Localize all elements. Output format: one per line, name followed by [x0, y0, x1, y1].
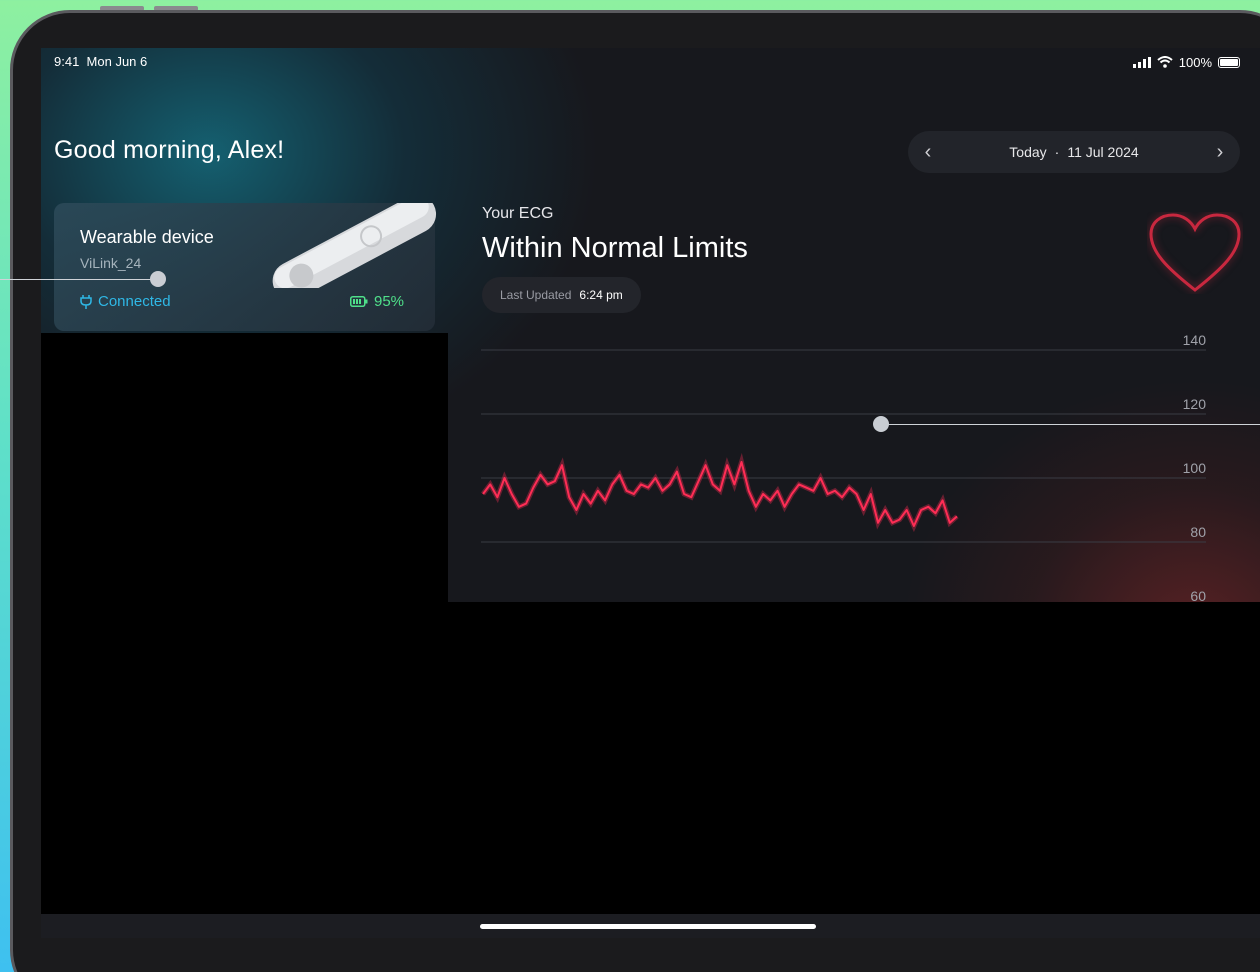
device-title: Wearable device: [80, 227, 214, 247]
last-updated-pill: Last Updated 6:24 pm: [482, 277, 641, 313]
date-day: Today: [1009, 144, 1047, 160]
greeting-heading: Good morning, Alex!: [54, 136, 285, 164]
ecg-chart: 1401201008060: [481, 332, 1207, 607]
device-battery-value: 95%: [374, 293, 405, 310]
annotation-line-chart: [882, 424, 1260, 425]
date-value: 11 Jul 2024: [1067, 144, 1139, 160]
cellular-signal-icon: [1132, 56, 1151, 68]
ecg-series-glow: [481, 452, 959, 533]
redacted-region-bottom: [448, 602, 1260, 914]
date-separator: ·: [1054, 144, 1060, 160]
redacted-region-left: [41, 333, 448, 938]
annotation-dot-device: [150, 271, 166, 287]
annotation-line-device: [0, 279, 158, 280]
status-time: 9:41: [54, 54, 80, 69]
y-tick-label: 100: [1183, 460, 1207, 476]
wearable-device-card[interactable]: Wearable device ViLink_24 Connected 95%: [54, 203, 437, 331]
ecg-status-title: Within Normal Limits: [482, 232, 748, 264]
y-tick-label: 120: [1183, 396, 1207, 412]
battery-level-icon: [350, 296, 368, 307]
connection-status: Connected: [80, 293, 171, 310]
status-bar: 9:41 Mon Jun 6 100%: [54, 54, 1240, 70]
battery-icon: [1218, 56, 1240, 68]
y-tick-label: 140: [1183, 332, 1207, 348]
date-navigator: ‹ Today · 11 Jul 2024 ›: [908, 131, 1240, 173]
device-name: ViLink_24: [80, 255, 142, 271]
status-indicators: 100%: [1132, 54, 1240, 70]
home-indicator[interactable]: [480, 924, 816, 929]
plug-icon: [80, 294, 92, 309]
status-date: Mon Jun 6: [86, 54, 148, 69]
battery-percent: 100%: [1178, 54, 1212, 70]
status-time-date: 9:41 Mon Jun 6: [54, 54, 147, 70]
ecg-section-label: Your ECG: [482, 205, 554, 222]
y-tick-label: 80: [1190, 524, 1206, 540]
annotation-dot-chart: [873, 416, 889, 432]
heart-icon: [1149, 213, 1241, 292]
chevron-right-icon[interactable]: ›: [1200, 141, 1240, 164]
device-battery: 95%: [350, 293, 404, 310]
wifi-icon: [1157, 56, 1173, 68]
chevron-left-icon[interactable]: ‹: [908, 141, 948, 164]
connection-label: Connected: [98, 293, 171, 310]
last-updated-value: 6:24 pm: [579, 288, 623, 302]
wearable-device-image: [272, 203, 437, 288]
date-label: Today · 11 Jul 2024: [1009, 144, 1138, 160]
ipad-screen: 9:41 Mon Jun 6 100% Good morning, Alex! …: [41, 48, 1260, 938]
last-updated-label: Last Updated: [500, 288, 572, 302]
